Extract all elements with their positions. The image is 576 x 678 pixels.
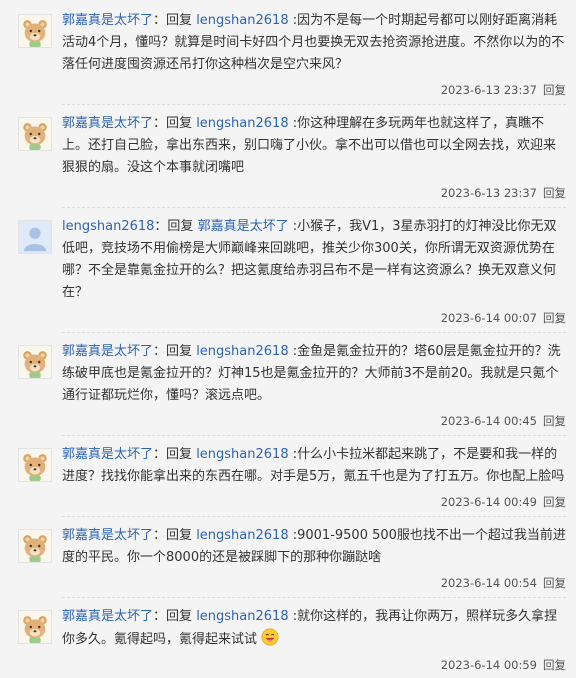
comment-item: 郭嘉真是太坏了：回复 lengshan2618 :因为不是每一个时期起号都可以刚… xyxy=(0,10,576,113)
comment-author-link[interactable]: 郭嘉真是太坏了 xyxy=(62,528,153,543)
reply-prefix: 回复 xyxy=(166,609,193,624)
comment-timestamp: 2023-6-13 23:37 xyxy=(440,186,537,200)
comment-meta: 2023-6-13 23:37 回复 xyxy=(62,185,566,201)
comment-content: 郭嘉真是太坏了：回复 lengshan2618 :金鱼是氪金拉开的？塔60层是氪… xyxy=(62,344,561,403)
comment-content: 郭嘉真是太坏了：回复 lengshan2618 :就你这样的，我再让你两万，照样… xyxy=(62,609,558,647)
comment-divider xyxy=(62,597,566,598)
comment-content: 郭嘉真是太坏了：回复 lengshan2618 :什么小卡拉米都起来跳了，不是要… xyxy=(62,447,565,484)
comment-meta: 2023-6-14 00:07 回复 xyxy=(62,310,566,326)
comment-meta: 2023-6-13 23:37 回复 xyxy=(62,82,566,98)
comment-thread: 郭嘉真是太坏了：回复 lengshan2618 :因为不是每一个时期起号都可以刚… xyxy=(0,0,576,678)
comment-content: lengshan2618：回复 郭嘉真是太坏了 :小猴子，我V1，3星赤羽打的灯… xyxy=(62,219,557,300)
grin-emoji-icon xyxy=(261,628,279,646)
bear-avatar-icon xyxy=(19,449,51,481)
reply-prefix: 回复 xyxy=(166,116,193,131)
comment-author-link[interactable]: 郭嘉真是太坏了 xyxy=(62,116,153,131)
reply-target-link[interactable]: lengshan2618 xyxy=(196,13,288,28)
reply-button[interactable]: 回复 xyxy=(543,495,566,509)
reply-target-link[interactable]: lengshan2618 xyxy=(196,528,288,543)
reply-button[interactable]: 回复 xyxy=(543,186,566,200)
comment-content: 郭嘉真是太坏了：回复 lengshan2618 :你这种理解在多玩两年也就这样了… xyxy=(62,116,557,175)
comment-body: 郭嘉真是太坏了：回复 lengshan2618 :就你这样的，我再让你两万，照样… xyxy=(62,606,566,673)
avatar[interactable] xyxy=(18,529,52,563)
comment-divider xyxy=(62,207,566,208)
avatar[interactable] xyxy=(18,14,52,48)
bear-avatar-icon xyxy=(19,346,51,378)
comment-body: lengshan2618：回复 郭嘉真是太坏了 :小猴子，我V1，3星赤羽打的灯… xyxy=(62,216,566,341)
comment-timestamp: 2023-6-14 00:54 xyxy=(440,576,537,590)
bear-avatar-icon xyxy=(19,611,51,643)
comment-content: 郭嘉真是太坏了：回复 lengshan2618 :因为不是每一个时期起号都可以刚… xyxy=(62,13,565,72)
comment-author-link[interactable]: 郭嘉真是太坏了 xyxy=(62,13,153,28)
reply-target-link[interactable]: lengshan2618 xyxy=(196,609,288,624)
comment-meta: 2023-6-14 00:45 回复 xyxy=(62,413,566,429)
reply-target-link[interactable]: lengshan2618 xyxy=(196,344,288,359)
bear-avatar-icon xyxy=(19,15,51,47)
bear-avatar-icon xyxy=(19,530,51,562)
comment-content: 郭嘉真是太坏了：回复 lengshan2618 :9001-9500 500服也… xyxy=(62,528,566,565)
reply-target-link[interactable]: 郭嘉真是太坏了 xyxy=(198,219,289,234)
comment-item: 郭嘉真是太坏了：回复 lengshan2618 :金鱼是氪金拉开的？塔60层是氪… xyxy=(0,341,576,444)
reply-button[interactable]: 回复 xyxy=(543,576,566,590)
reply-button[interactable]: 回复 xyxy=(543,414,566,428)
comment-author-link[interactable]: lengshan2618 xyxy=(62,219,154,234)
comment-body: 郭嘉真是太坏了：回复 lengshan2618 :因为不是每一个时期起号都可以刚… xyxy=(62,10,566,113)
comment-item: 郭嘉真是太坏了：回复 lengshan2618 :就你这样的，我再让你两万，照样… xyxy=(0,606,576,673)
comment-divider xyxy=(62,516,566,517)
default-user-icon xyxy=(19,221,51,253)
reply-target-link[interactable]: lengshan2618 xyxy=(196,447,288,462)
comment-body: 郭嘉真是太坏了：回复 lengshan2618 :金鱼是氪金拉开的？塔60层是氪… xyxy=(62,341,566,444)
comment-divider xyxy=(62,435,566,436)
comment-item: 郭嘉真是太坏了：回复 lengshan2618 :9001-9500 500服也… xyxy=(0,525,576,606)
comment-meta: 2023-6-14 00:54 回复 xyxy=(62,575,566,591)
reply-prefix: 回复 xyxy=(167,219,194,234)
comment-timestamp: 2023-6-13 23:37 xyxy=(440,83,537,97)
reply-target-link[interactable]: lengshan2618 xyxy=(196,116,288,131)
avatar[interactable] xyxy=(18,448,52,482)
bear-avatar-icon xyxy=(19,118,51,150)
comment-timestamp: 2023-6-14 00:49 xyxy=(440,495,537,509)
reply-prefix: 回复 xyxy=(166,344,193,359)
comment-divider xyxy=(62,332,566,333)
reply-button[interactable]: 回复 xyxy=(543,658,566,672)
comment-body: 郭嘉真是太坏了：回复 lengshan2618 :什么小卡拉米都起来跳了，不是要… xyxy=(62,444,566,525)
avatar[interactable] xyxy=(18,220,52,254)
comment-timestamp: 2023-6-14 00:45 xyxy=(440,414,537,428)
comment-body: 郭嘉真是太坏了：回复 lengshan2618 :你这种理解在多玩两年也就这样了… xyxy=(62,113,566,216)
reply-prefix: 回复 xyxy=(166,13,193,28)
avatar[interactable] xyxy=(18,345,52,379)
comment-item: 郭嘉真是太坏了：回复 lengshan2618 :什么小卡拉米都起来跳了，不是要… xyxy=(0,444,576,525)
comment-author-link[interactable]: 郭嘉真是太坏了 xyxy=(62,344,153,359)
comment-item: 郭嘉真是太坏了：回复 lengshan2618 :你这种理解在多玩两年也就这样了… xyxy=(0,113,576,216)
comment-body: 郭嘉真是太坏了：回复 lengshan2618 :9001-9500 500服也… xyxy=(62,525,566,606)
reply-prefix: 回复 xyxy=(166,447,193,462)
reply-button[interactable]: 回复 xyxy=(543,83,566,97)
avatar[interactable] xyxy=(18,117,52,151)
comment-timestamp: 2023-6-14 00:07 xyxy=(440,311,537,325)
comment-divider xyxy=(62,104,566,105)
comment-meta: 2023-6-14 00:49 回复 xyxy=(62,494,566,510)
comment-author-link[interactable]: 郭嘉真是太坏了 xyxy=(62,609,153,624)
comment-timestamp: 2023-6-14 00:59 xyxy=(440,658,537,672)
reply-button[interactable]: 回复 xyxy=(543,311,566,325)
comment-author-link[interactable]: 郭嘉真是太坏了 xyxy=(62,447,153,462)
comment-meta: 2023-6-14 00:59 回复 xyxy=(62,657,566,673)
avatar[interactable] xyxy=(18,610,52,644)
reply-prefix: 回复 xyxy=(166,528,193,543)
comment-item: lengshan2618：回复 郭嘉真是太坏了 :小猴子，我V1，3星赤羽打的灯… xyxy=(0,216,576,341)
